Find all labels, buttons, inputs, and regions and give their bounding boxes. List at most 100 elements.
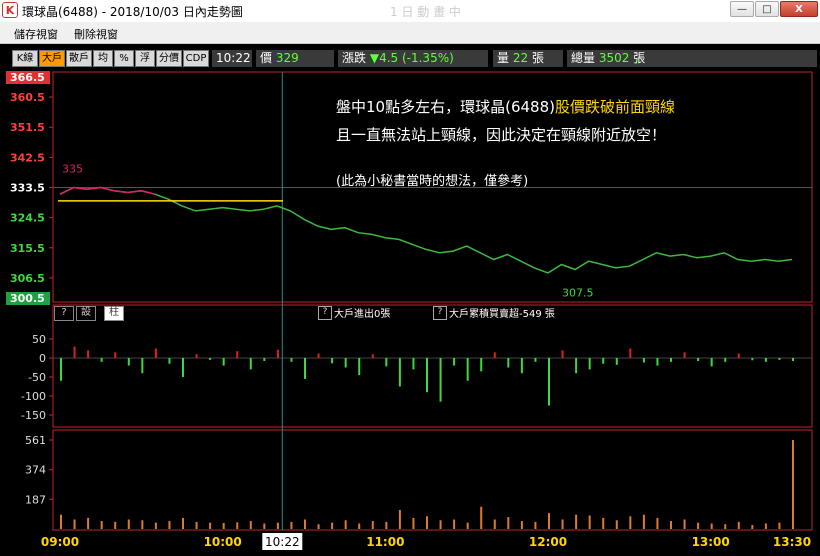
annotation-line3: (此為小秘書當時的想法，僅參考) bbox=[336, 174, 529, 189]
volume-panel-frame bbox=[52, 429, 813, 531]
time-tick-label: 13:00 bbox=[692, 535, 730, 549]
flow-bar bbox=[656, 358, 659, 366]
volume-bar bbox=[344, 520, 347, 529]
flow-bar bbox=[249, 358, 252, 370]
flow-bar bbox=[426, 358, 428, 393]
flow-bar bbox=[466, 358, 469, 381]
flow-bar bbox=[710, 358, 713, 367]
volume-bar bbox=[276, 522, 279, 529]
flow-bar bbox=[168, 358, 171, 364]
flow-bar bbox=[737, 353, 740, 358]
help-button[interactable]: ? bbox=[54, 306, 74, 321]
time-tick-label: 12:00 bbox=[529, 535, 567, 549]
low-price-label: 307.5 bbox=[562, 287, 594, 300]
flow-bar bbox=[683, 352, 686, 358]
volume-bar bbox=[439, 520, 442, 529]
flow-bar bbox=[412, 358, 415, 370]
flow-panel-frame bbox=[52, 304, 813, 428]
volume-bar bbox=[670, 521, 672, 529]
flow-bar bbox=[561, 350, 564, 358]
flow-bar bbox=[290, 358, 293, 362]
flow-bar bbox=[127, 358, 130, 366]
flow-bar bbox=[493, 352, 496, 358]
flow-bar bbox=[344, 358, 347, 368]
volume-bar bbox=[385, 521, 388, 529]
volume-bar bbox=[724, 524, 727, 529]
volume-bar bbox=[127, 519, 130, 529]
volume-bar bbox=[493, 519, 496, 529]
flow-bar bbox=[358, 358, 361, 376]
flow-bar bbox=[548, 358, 550, 406]
volume-bar bbox=[751, 525, 754, 529]
flow-bar bbox=[236, 351, 239, 358]
flow-bar bbox=[575, 358, 578, 374]
volume-bar bbox=[114, 521, 117, 529]
price-tick-label: 351.5 bbox=[10, 121, 45, 134]
flow-bar bbox=[73, 346, 76, 358]
flow-bar bbox=[697, 358, 700, 362]
time-tick-label: 11:00 bbox=[366, 535, 404, 549]
flow-bar bbox=[629, 348, 632, 358]
flow-tick-label: 50 bbox=[32, 333, 46, 346]
flow-tick-label: -50 bbox=[28, 371, 46, 384]
volume-bar bbox=[317, 524, 320, 529]
price-tick-label: 333.5 bbox=[10, 182, 45, 195]
annotation-line2: 且一直無法站上頸線，因此決定在頸線附近放空！ bbox=[336, 126, 667, 144]
settings-button[interactable]: 設 bbox=[76, 306, 96, 321]
flow-bar bbox=[209, 358, 212, 360]
volume-bar bbox=[615, 520, 618, 529]
flow-bar bbox=[670, 358, 672, 362]
flow-bar bbox=[778, 358, 781, 360]
volume-bar bbox=[249, 521, 252, 529]
flow-bar bbox=[398, 358, 401, 387]
volume-bar bbox=[575, 514, 578, 529]
flow-bar bbox=[222, 358, 225, 366]
flow-bar bbox=[534, 358, 537, 362]
intraday-chart[interactable]: 366.5 360.5 351.5 342.5 333.5 324.5 315.5 306.5… bbox=[0, 0, 820, 556]
volume-bar bbox=[697, 522, 700, 529]
volume-bar bbox=[60, 514, 62, 529]
bar-toggle-button[interactable]: 柱 bbox=[104, 306, 124, 321]
volume-bar bbox=[629, 516, 632, 529]
volume-bar bbox=[290, 521, 293, 529]
price-tick-label: 300.5 bbox=[10, 292, 45, 305]
volume-bar bbox=[534, 521, 537, 529]
price-tick-label: 315.5 bbox=[10, 242, 45, 255]
flow-bar bbox=[602, 358, 605, 364]
volume-bar bbox=[195, 521, 198, 529]
time-tick-label: 09:00 bbox=[41, 535, 79, 549]
flow-bar bbox=[114, 352, 117, 358]
volume-bar bbox=[602, 517, 605, 529]
flow-bar bbox=[792, 358, 794, 362]
flow-bar bbox=[60, 358, 62, 381]
volume-bar bbox=[236, 522, 239, 529]
flow-bar bbox=[764, 358, 767, 362]
annotation-prefix: 盤中10點多左右，環球晶(6488) bbox=[336, 98, 555, 116]
volume-bar bbox=[710, 523, 713, 529]
high-price-label: 335 bbox=[62, 162, 83, 175]
price-tick-label: 306.5 bbox=[10, 272, 45, 285]
volume-bar bbox=[561, 519, 564, 529]
volume-bar bbox=[642, 514, 645, 529]
volume-bar bbox=[168, 521, 171, 529]
volume-bar bbox=[263, 523, 266, 529]
big-flow-label: 大戶進出0張 bbox=[334, 309, 391, 320]
help-icon[interactable]: ? bbox=[318, 306, 332, 320]
flow-bar bbox=[439, 358, 442, 402]
flow-bar bbox=[507, 358, 510, 368]
annotation-line1: 盤中10點多左右，環球晶(6488)股價跌破前面頸線 bbox=[336, 96, 675, 117]
volume-bar bbox=[100, 521, 103, 529]
flow-bar bbox=[371, 354, 374, 358]
time-tick-label: 13:30 bbox=[773, 535, 811, 549]
volume-bar bbox=[792, 440, 794, 529]
flow-bar bbox=[141, 358, 144, 374]
volume-tick-label: 187 bbox=[25, 493, 46, 506]
flow-bar bbox=[317, 353, 320, 358]
flow-bar bbox=[100, 358, 103, 362]
volume-bar bbox=[548, 513, 550, 529]
volume-bar bbox=[683, 519, 686, 529]
volume-bar bbox=[507, 517, 510, 529]
help-icon[interactable]: ? bbox=[433, 306, 447, 320]
volume-bar bbox=[331, 522, 334, 529]
flow-bar bbox=[642, 358, 645, 363]
